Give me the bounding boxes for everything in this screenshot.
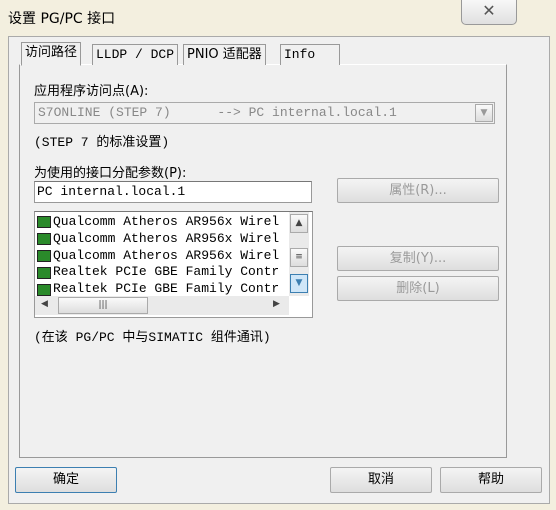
ok-button[interactable]: 确定 xyxy=(15,467,117,493)
network-card-icon xyxy=(37,216,51,229)
horizontal-scrollbar[interactable]: ◀ ||| ▶ xyxy=(35,296,289,315)
help-button[interactable]: 帮助 xyxy=(440,467,542,493)
network-card-icon xyxy=(37,283,51,296)
tab-info[interactable]: Info xyxy=(280,44,340,65)
properties-button[interactable]: 属性(R)... xyxy=(337,178,499,203)
close-button[interactable]: ✕ xyxy=(461,0,517,25)
access-point-label: 应用程序访问点(A): xyxy=(34,84,149,99)
scroll-right-icon[interactable]: ▶ xyxy=(273,299,280,309)
list-item-label: Qualcomm Atheros AR956x Wirel xyxy=(53,214,280,229)
list-item[interactable]: Qualcomm Atheros AR956x Wirel xyxy=(37,214,289,231)
scroll-thumb-horizontal[interactable]: ||| xyxy=(58,297,148,314)
delete-button[interactable]: 删除(L) xyxy=(337,276,499,301)
params-input[interactable]: PC internal.local.1 xyxy=(34,181,312,203)
tab-access-path[interactable]: 访问路径 xyxy=(21,42,82,66)
footer-note: (在该 PG/PC 中与SIMATIC 组件通讯) xyxy=(34,330,271,345)
scroll-left-icon[interactable]: ◀ xyxy=(41,299,48,309)
network-card-icon xyxy=(37,266,51,279)
tab-lldp-dcp[interactable]: LLDP / DCP xyxy=(92,44,179,65)
vertical-scrollbar[interactable]: ▲ ≡ ▼ xyxy=(289,212,309,296)
list-item-label: Qualcomm Atheros AR956x Wirel xyxy=(53,247,280,263)
list-item[interactable]: Qualcomm Atheros AR956x Wirel xyxy=(37,248,289,265)
scroll-down-icon[interactable]: ▼ xyxy=(290,274,308,293)
access-point-note: (STEP 7 的标准设置) xyxy=(34,135,170,150)
list-item[interactable]: Realtek PCIe GBE Family Contr xyxy=(37,264,289,281)
list-item-label: Realtek PCIe GBE Family Contr xyxy=(53,264,280,280)
list-item-label: Qualcomm Atheros AR956x Wirel xyxy=(53,230,280,246)
tab-pnio-adapter[interactable]: PNIO 适配器 xyxy=(183,44,266,65)
window-title: 设置 PG/PC 接口 xyxy=(8,11,116,27)
list-item[interactable]: Qualcomm Atheros AR956x Wirel xyxy=(37,231,289,248)
scroll-up-icon[interactable]: ▲ xyxy=(290,214,308,233)
cancel-button[interactable]: 取消 xyxy=(330,467,432,493)
access-point-combo[interactable]: S7ONLINE (STEP 7) --> PC internal.local.… xyxy=(34,102,495,124)
access-point-value: S7ONLINE (STEP 7) --> PC internal.local.… xyxy=(38,105,397,120)
network-card-icon xyxy=(37,233,51,246)
params-label: 为使用的接口分配参数(P): xyxy=(34,166,187,181)
network-card-icon xyxy=(37,249,51,262)
scroll-thumb[interactable]: ≡ xyxy=(290,248,308,267)
copy-button[interactable]: 复制(Y)... xyxy=(337,246,499,271)
interface-list[interactable]: Qualcomm Atheros AR956x Wirel Qualcomm A… xyxy=(34,211,313,318)
chevron-down-icon[interactable]: ▼ xyxy=(475,104,493,122)
